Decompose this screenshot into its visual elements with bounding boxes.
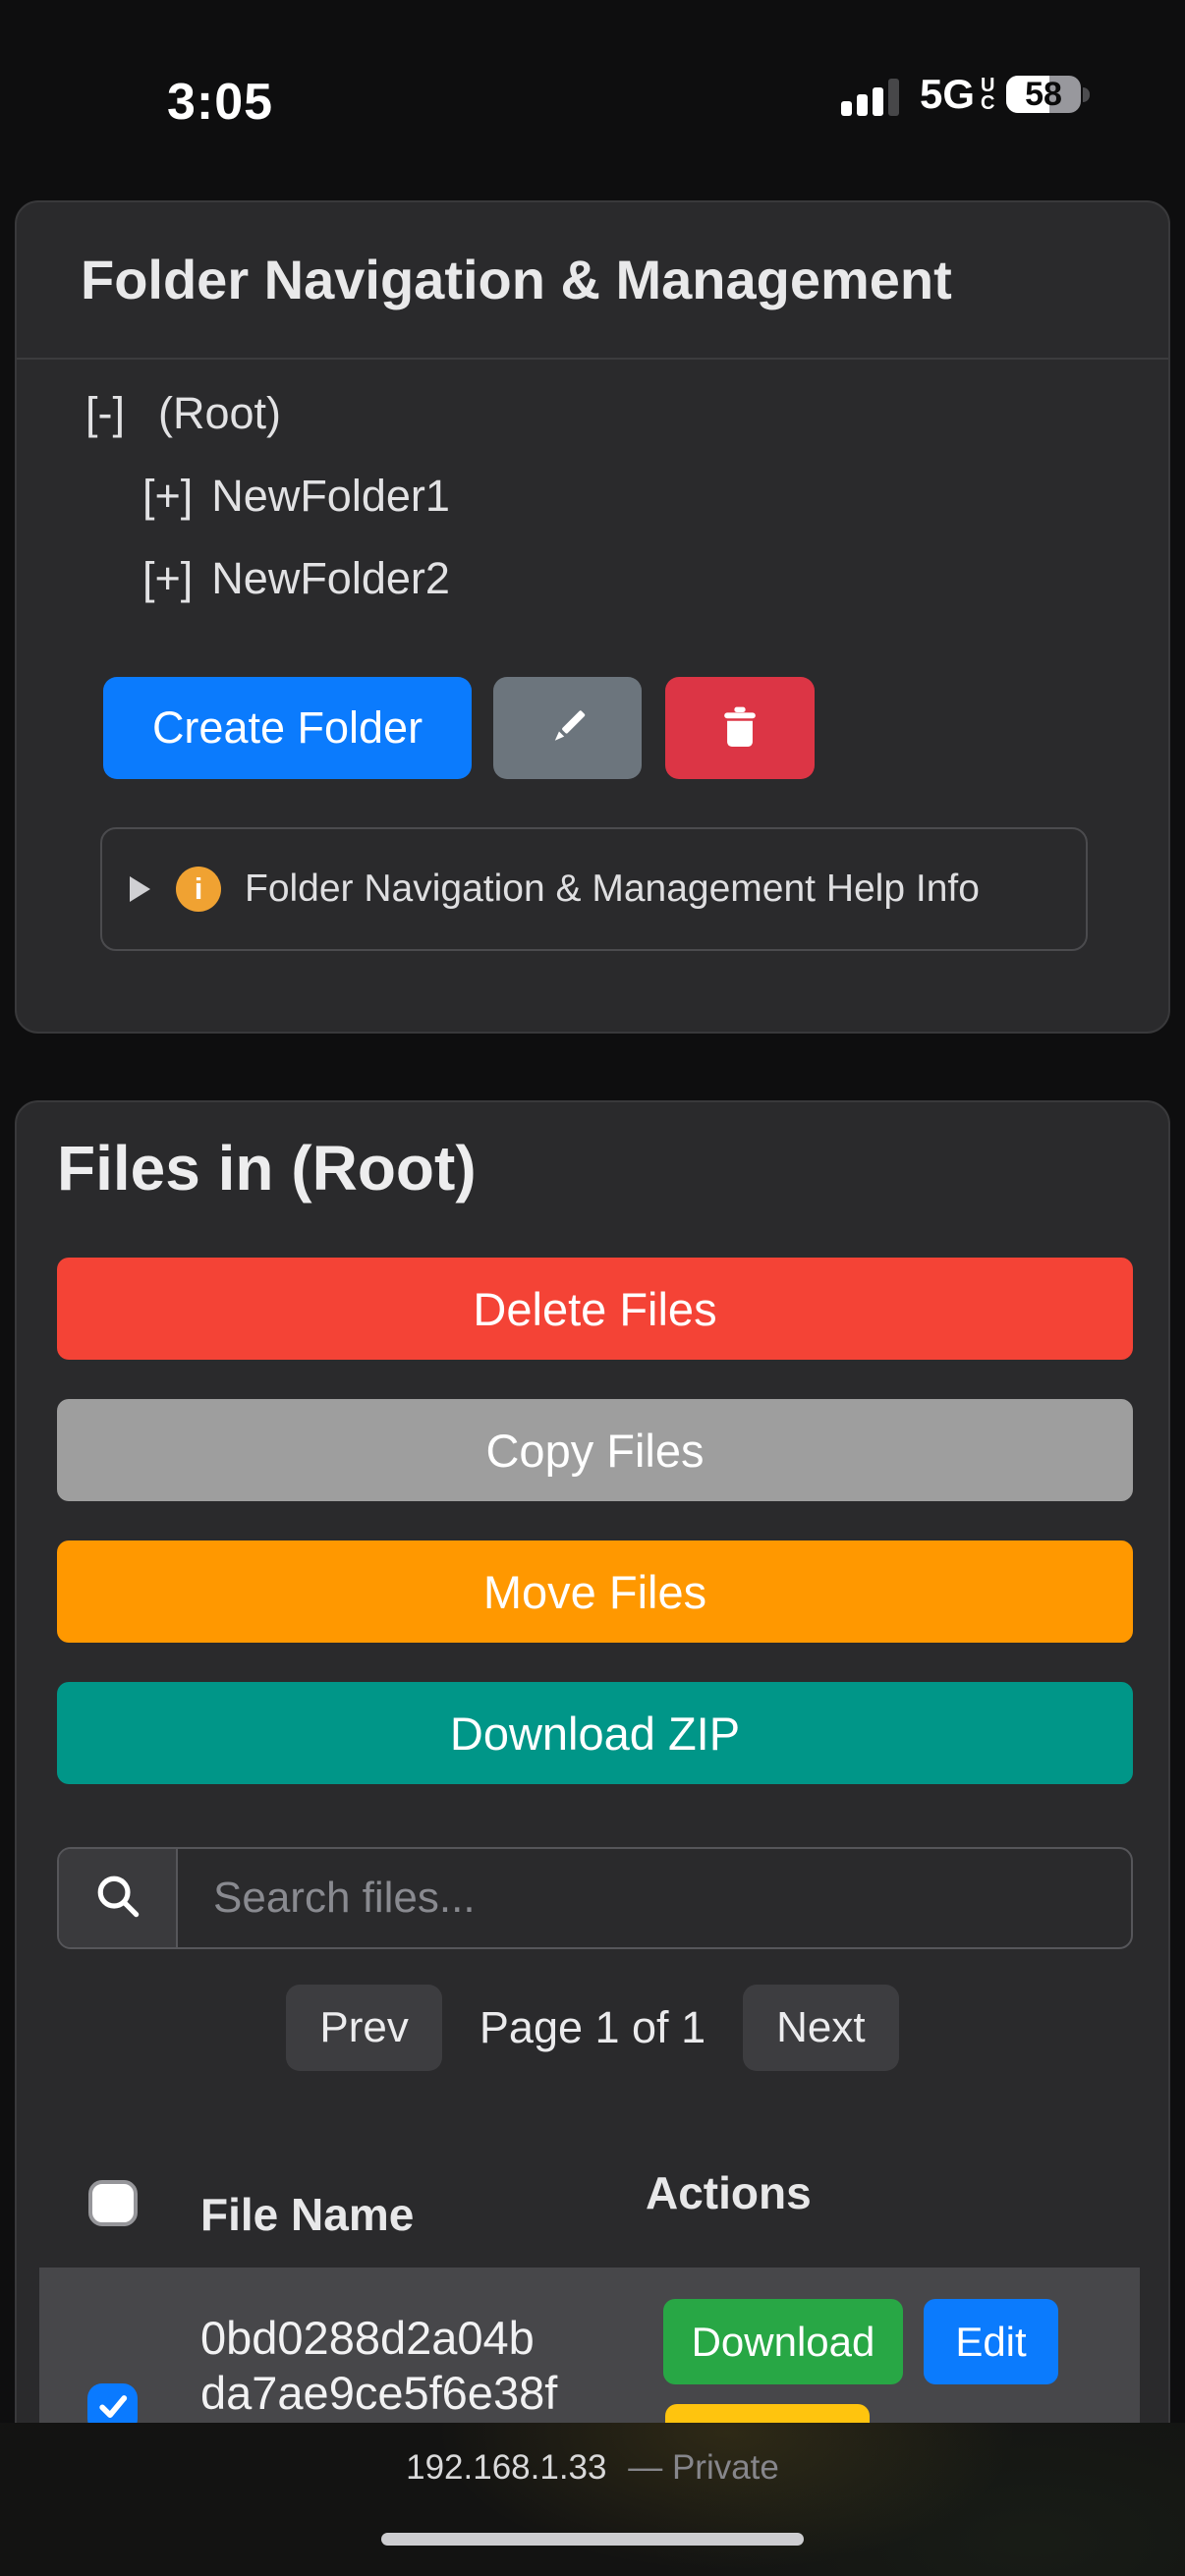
delete-folder-button[interactable] xyxy=(665,677,815,779)
tree-item-newfolder1[interactable]: [+] NewFolder1 xyxy=(142,455,450,537)
files-card-title: Files in (Root) xyxy=(57,1132,477,1204)
folder-help-disclosure[interactable]: i Folder Navigation & Management Help In… xyxy=(100,827,1088,951)
prev-page-button[interactable]: Prev xyxy=(286,1985,441,2071)
pagination: Prev Page 1 of 1 Next xyxy=(17,1985,1168,2071)
next-page-button[interactable]: Next xyxy=(743,1985,898,2071)
browser-toolbar: 192.168.1.33 — Private xyxy=(0,2423,1185,2576)
column-header-file-name: File Name xyxy=(200,2188,414,2241)
files-card: Files in (Root) Delete Files Copy Files … xyxy=(15,1100,1170,2576)
search-icon xyxy=(92,1871,143,1927)
tree-item-label[interactable]: NewFolder2 xyxy=(211,553,450,603)
iphone-screen: 3:05 5G UC 58 Folder Navigation & Manage… xyxy=(0,0,1185,2576)
move-files-button[interactable]: Move Files xyxy=(57,1540,1133,1643)
create-folder-button[interactable]: Create Folder xyxy=(103,677,472,779)
trash-icon xyxy=(715,702,764,755)
help-disclosure-label: Folder Navigation & Management Help Info xyxy=(245,868,980,911)
tree-collapse-toggle[interactable]: [-] xyxy=(85,372,125,455)
folder-card-header: Folder Navigation & Management xyxy=(17,202,1168,360)
rename-folder-button[interactable] xyxy=(493,677,642,779)
network-type-label: 5G xyxy=(920,71,975,118)
battery-nub xyxy=(1083,87,1090,102)
search-input[interactable] xyxy=(178,1849,1131,1947)
battery-icon: 58 xyxy=(1006,76,1081,113)
tree-expand-toggle[interactable]: [+] xyxy=(142,455,193,537)
folder-actions-row: Create Folder xyxy=(17,677,1168,779)
battery-percent: 58 xyxy=(1006,76,1081,113)
pencil-icon xyxy=(542,701,593,756)
privacy-label: — Private xyxy=(628,2448,779,2487)
file-name: 0bd0288d2a04b da7ae9ce5f6e38f xyxy=(200,2311,557,2421)
page-status-label: Page 1 of 1 xyxy=(480,2002,705,2053)
copy-files-button[interactable]: Copy Files xyxy=(57,1399,1133,1501)
info-icon: i xyxy=(176,867,221,912)
file-name-line2: da7ae9ce5f6e38f xyxy=(200,2366,557,2421)
delete-files-button[interactable]: Delete Files xyxy=(57,1258,1133,1360)
disclosure-triangle-icon xyxy=(130,876,150,902)
address-text: 192.168.1.33 xyxy=(406,2448,606,2487)
network-band-label: UC xyxy=(981,77,994,112)
tree-item-newfolder2[interactable]: [+] NewFolder2 xyxy=(142,537,450,620)
tree-item-root[interactable]: [-] (Root) xyxy=(85,372,281,455)
tree-expand-toggle[interactable]: [+] xyxy=(142,537,193,620)
download-zip-button[interactable]: Download ZIP xyxy=(57,1682,1133,1784)
column-header-actions: Actions xyxy=(646,2166,812,2219)
download-file-button[interactable]: Download xyxy=(663,2299,903,2384)
status-bar: 3:05 5G UC 58 xyxy=(0,0,1185,167)
address-bar[interactable]: 192.168.1.33 — Private xyxy=(0,2448,1185,2488)
cellular-signal-icon xyxy=(841,77,904,116)
search-icon-box xyxy=(59,1849,178,1947)
edit-file-button[interactable]: Edit xyxy=(924,2299,1058,2384)
home-indicator[interactable] xyxy=(381,2533,804,2546)
tree-item-label[interactable]: (Root) xyxy=(158,388,281,438)
tree-item-label[interactable]: NewFolder1 xyxy=(211,471,450,521)
file-name-line1: 0bd0288d2a04b xyxy=(200,2311,557,2366)
status-time: 3:05 xyxy=(167,73,273,132)
select-all-checkbox[interactable] xyxy=(88,2180,138,2226)
folder-card-title: Folder Navigation & Management xyxy=(81,202,952,358)
file-search-bar xyxy=(57,1847,1133,1949)
folder-navigation-card: Folder Navigation & Management [-] (Root)… xyxy=(15,200,1170,1034)
